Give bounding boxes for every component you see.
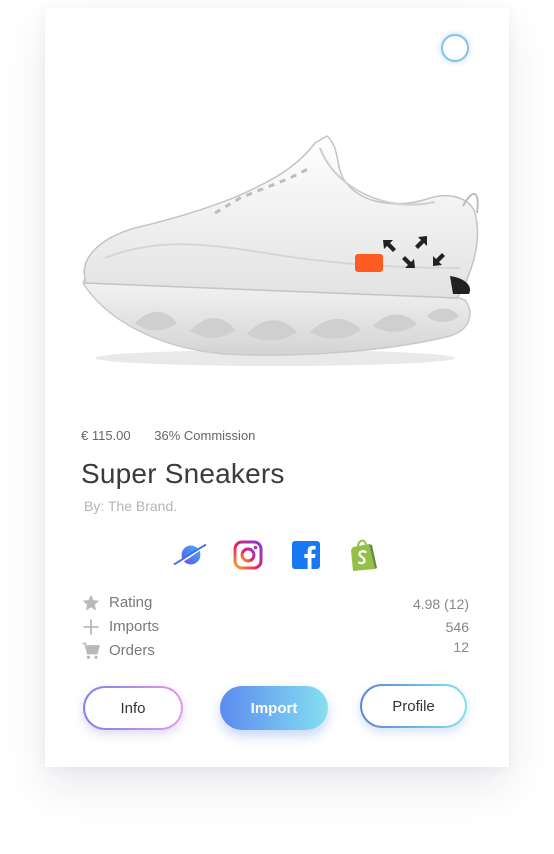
stat-orders-label: Orders	[109, 642, 155, 659]
star-icon	[82, 594, 100, 611]
stat-imports-label: Imports	[109, 618, 160, 635]
stat-rating-value: 4.98 (12)	[412, 596, 469, 612]
blue-planet-icon[interactable]	[173, 538, 207, 572]
action-buttons: Info Import Profile	[45, 684, 509, 734]
product-title: Super Sneakers	[81, 458, 285, 489]
import-button[interactable]: Import	[220, 686, 328, 730]
plus-icon	[83, 619, 99, 635]
stat-imports: Imports 546	[81, 616, 469, 640]
brand-byline: By: The Brand.	[84, 498, 178, 514]
info-button[interactable]: Info	[83, 686, 183, 730]
facebook-icon[interactable]	[289, 538, 323, 572]
price-label: € 115.00	[81, 428, 131, 443]
stat-orders: Orders 12	[81, 639, 469, 664]
shopify-icon[interactable]	[347, 538, 381, 572]
stat-rating: Rating 4.98 (12)	[81, 592, 469, 616]
stat-orders-value: 12	[453, 639, 469, 655]
stats-list: Rating 4.98 (12) Imports 546 Orders 12	[81, 592, 469, 664]
price-commission-row: € 115.00 36% Commission	[81, 428, 275, 443]
stat-imports-value: 546	[445, 619, 469, 635]
commission-label: 36% Commission	[154, 428, 256, 443]
product-image	[82, 135, 479, 366]
profile-button[interactable]: Profile	[360, 684, 467, 728]
social-links	[173, 538, 381, 572]
instagram-icon[interactable]	[231, 538, 265, 572]
stat-rating-label: Rating	[109, 594, 153, 611]
select-toggle[interactable]	[441, 34, 469, 62]
cart-icon	[82, 642, 101, 659]
product-card: € 115.00 36% Commission Super Sneakers B…	[45, 8, 509, 767]
